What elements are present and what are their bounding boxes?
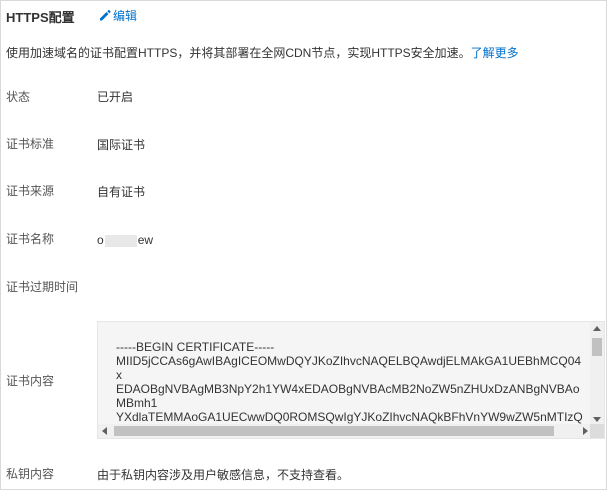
scroll-right-icon[interactable] [583,427,588,435]
cert-content-text[interactable]: -----BEGIN CERTIFICATE----- MIID5jCCAs6g… [116,340,586,428]
cert-content-textarea[interactable]: -----BEGIN CERTIFICATE----- MIID5jCCAs6g… [97,321,605,439]
horizontal-scroll-thumb[interactable] [114,426,554,436]
cert-name-suffix: ew [137,233,154,247]
cert-standard-label: 证书标准 [6,137,55,151]
section-title: HTTPS配置 [6,10,75,25]
edit-button[interactable]: 编辑 [98,5,137,25]
redacted-mask [104,234,137,247]
status-value: 已开启 [97,90,134,104]
section-description: 使用加速域名的证书配置HTTPS，并将其部署在全网CDN节点，实现HTTPS安全… [6,44,519,61]
cert-content-label: 证书内容 [6,374,55,388]
https-config-panel: HTTPS配置 编辑 使用加速域名的证书配置HTTPS，并将其部署在全网CDN节… [0,0,607,490]
cert-name-value: o ew [97,233,153,247]
vertical-scrollbar[interactable] [590,322,604,426]
scroll-down-icon[interactable] [593,417,601,422]
cert-expiry-label: 证书过期时间 [6,280,79,294]
cert-source-value: 自有证书 [97,185,146,199]
cert-source-label: 证书来源 [6,184,55,198]
cert-name-label: 证书名称 [6,232,55,246]
description-text: 使用加速域名的证书配置HTTPS，并将其部署在全网CDN节点，实现HTTPS安全… [6,46,471,60]
edit-label: 编辑 [113,8,138,23]
learn-more-link[interactable]: 了解更多 [471,46,519,60]
scroll-corner [590,424,604,438]
scroll-up-icon[interactable] [593,326,601,331]
cert-standard-value: 国际证书 [97,138,146,152]
cert-name-prefix: o [97,233,104,247]
vertical-scroll-thumb[interactable] [592,338,602,356]
pencil-icon [98,8,112,22]
status-label: 状态 [6,90,31,104]
private-key-value: 由于私钥内容涉及用户敏感信息，不支持查看。 [97,468,350,482]
private-key-label: 私钥内容 [6,467,55,481]
scroll-left-icon[interactable] [102,427,107,435]
horizontal-scrollbar[interactable] [98,424,592,438]
